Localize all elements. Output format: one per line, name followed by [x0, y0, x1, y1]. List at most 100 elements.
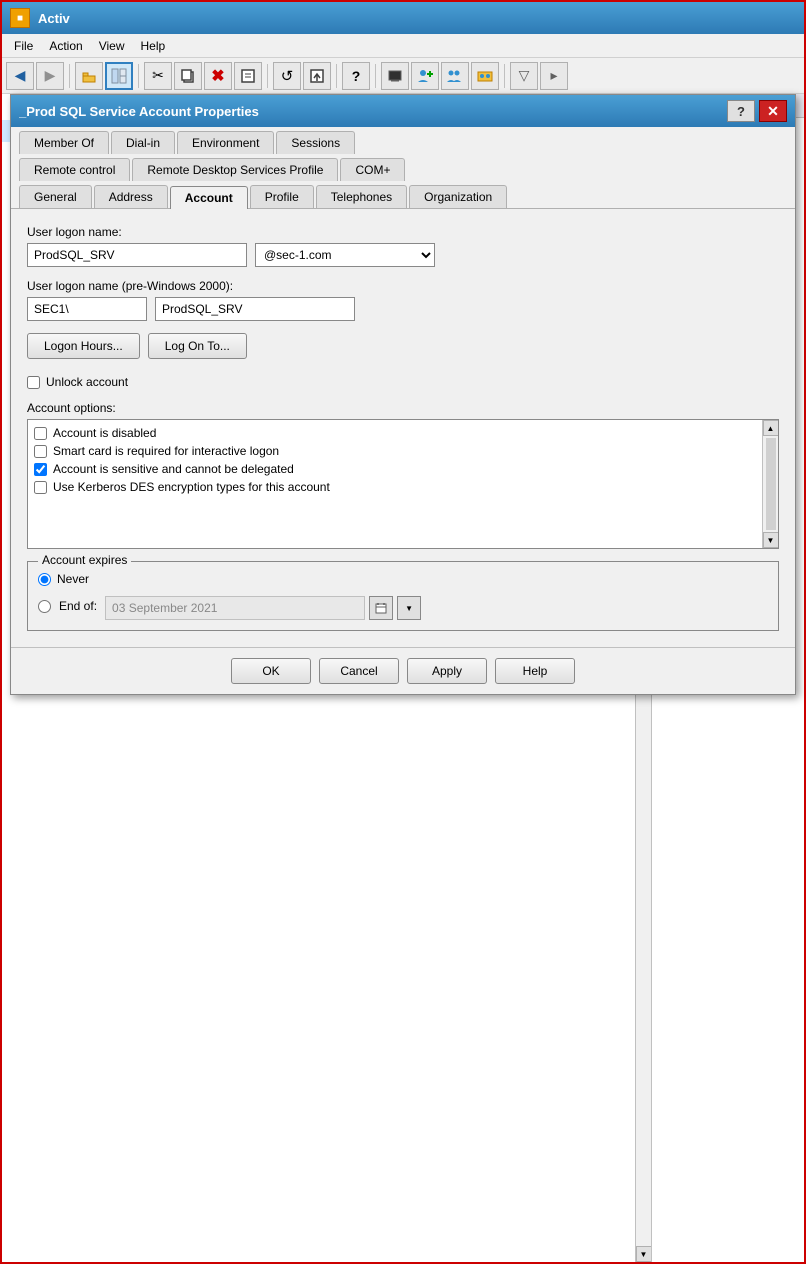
- dialog-body: User logon name: @sec-1.com User logon n…: [11, 209, 795, 647]
- tab-remote-control[interactable]: Remote control: [19, 158, 130, 181]
- main-area: ▶ Technical Team ▼ Service Accounts ▶: [2, 94, 804, 1262]
- tab-environment[interactable]: Environment: [177, 131, 274, 154]
- separator-4: [336, 64, 337, 88]
- tabs-row1-container: Member Of Dial-in Environment Sessions R…: [11, 127, 795, 209]
- dialog-close-button[interactable]: ✕: [759, 100, 787, 122]
- copy-button[interactable]: [174, 62, 202, 90]
- expires-date-input[interactable]: [105, 596, 365, 620]
- app-icon: ■: [10, 8, 30, 28]
- tabs-row1: Member Of Dial-in Environment Sessions: [11, 127, 795, 154]
- option-smartcard-label: Smart card is required for interactive l…: [53, 444, 279, 458]
- logon-to-button[interactable]: Log On To...: [148, 333, 247, 359]
- option-smartcard: Smart card is required for interactive l…: [34, 444, 772, 458]
- up-button[interactable]: [75, 62, 103, 90]
- menu-bar: File Action View Help: [2, 34, 804, 58]
- expires-never-radio[interactable]: [38, 573, 51, 586]
- account-options-label: Account options:: [27, 401, 779, 415]
- separator-5: [375, 64, 376, 88]
- tabs-row2: Remote control Remote Desktop Services P…: [11, 154, 795, 181]
- title-bar: ■ Activ: [2, 2, 804, 34]
- option-disabled-checkbox[interactable]: [34, 427, 47, 440]
- show-hide-button[interactable]: [105, 62, 133, 90]
- account-options-box: Account is disabled Smart card is requir…: [27, 419, 779, 549]
- date-dropdown-button[interactable]: ▼: [397, 596, 421, 620]
- options-scrollbar: ▲ ▼: [762, 420, 778, 548]
- option-kerberos: Use Kerberos DES encryption types for th…: [34, 480, 772, 494]
- expires-endof-radio[interactable]: [38, 600, 51, 613]
- cancel-button[interactable]: Cancel: [319, 658, 399, 684]
- cut-button[interactable]: ✂: [144, 62, 172, 90]
- tab-account[interactable]: Account: [170, 186, 248, 209]
- menu-action[interactable]: Action: [41, 37, 90, 55]
- refresh-button[interactable]: ↺: [273, 62, 301, 90]
- tab-profile[interactable]: Profile: [250, 185, 314, 208]
- help-button[interactable]: Help: [495, 658, 575, 684]
- date-input-container: ▼: [105, 596, 421, 620]
- expires-never-label: Never: [57, 572, 89, 586]
- tab-com-plus[interactable]: COM+: [340, 158, 405, 181]
- properties-dialog: _Prod SQL Service Account Properties ? ✕…: [10, 94, 796, 695]
- delete-button[interactable]: ✖: [204, 62, 232, 90]
- back-button[interactable]: ◀: [6, 62, 34, 90]
- logon-name-label: User logon name:: [27, 225, 779, 239]
- tab-address[interactable]: Address: [94, 185, 168, 208]
- account-expires-box: Account expires Never End of: ▼: [27, 561, 779, 631]
- logon-hours-button[interactable]: Logon Hours...: [27, 333, 140, 359]
- tabs-row3: General Address Account Profile Telephon…: [11, 181, 795, 208]
- console-button[interactable]: [381, 62, 409, 90]
- dialog-help-button[interactable]: ?: [727, 100, 755, 122]
- unlock-checkbox[interactable]: [27, 376, 40, 389]
- option-disabled-label: Account is disabled: [53, 426, 156, 440]
- dialog-footer: OK Cancel Apply Help: [11, 647, 795, 694]
- tab-telephones[interactable]: Telephones: [316, 185, 407, 208]
- tab-organization[interactable]: Organization: [409, 185, 507, 208]
- option-kerberos-label: Use Kerberos DES encryption types for th…: [53, 480, 330, 494]
- option-sensitive-checkbox[interactable]: [34, 463, 47, 476]
- domain-select[interactable]: @sec-1.com: [255, 243, 435, 267]
- option-disabled: Account is disabled: [34, 426, 772, 440]
- account-options-group: Account options: Account is disabled Sma…: [27, 401, 779, 549]
- expires-legend: Account expires: [38, 553, 131, 567]
- forward-button[interactable]: ▶: [36, 62, 64, 90]
- unlock-label: Unlock account: [46, 375, 128, 389]
- tab-dial-in[interactable]: Dial-in: [111, 131, 175, 154]
- properties-button[interactable]: [234, 62, 262, 90]
- logon-buttons-row: Logon Hours... Log On To...: [27, 333, 779, 359]
- expires-endof-label: End of:: [59, 599, 97, 613]
- menu-view[interactable]: View: [91, 37, 133, 55]
- separator-3: [267, 64, 268, 88]
- help-toolbar-button[interactable]: ?: [342, 62, 370, 90]
- tab-member-of[interactable]: Member Of: [19, 131, 109, 154]
- logon-name-input[interactable]: [27, 243, 247, 267]
- pre2000-input-row: [27, 297, 779, 321]
- tab-remote-desktop[interactable]: Remote Desktop Services Profile: [132, 158, 338, 181]
- option-kerberos-checkbox[interactable]: [34, 481, 47, 494]
- logon-name-input-row: @sec-1.com: [27, 243, 779, 267]
- option-sensitive-label: Account is sensitive and cannot be deleg…: [53, 462, 294, 476]
- date-picker-button[interactable]: [369, 596, 393, 620]
- pre2000-domain-input[interactable]: [27, 297, 147, 321]
- expires-never-row: Never: [38, 572, 768, 586]
- options-scroll-up[interactable]: ▲: [763, 420, 779, 436]
- pre2000-group: User logon name (pre-Windows 2000):: [27, 279, 779, 321]
- options-scroll-down[interactable]: ▼: [763, 532, 779, 548]
- menu-help[interactable]: Help: [133, 37, 174, 55]
- title-text: Activ: [38, 11, 70, 26]
- filter-button[interactable]: ▽: [510, 62, 538, 90]
- pre2000-label: User logon name (pre-Windows 2000):: [27, 279, 779, 293]
- ok-button[interactable]: OK: [231, 658, 311, 684]
- more-button[interactable]: ▸: [540, 62, 568, 90]
- new-user-button[interactable]: [411, 62, 439, 90]
- new-group-button[interactable]: [441, 62, 469, 90]
- dialog-title: _Prod SQL Service Account Properties: [19, 104, 723, 119]
- option-smartcard-checkbox[interactable]: [34, 445, 47, 458]
- pre2000-username-input[interactable]: [155, 297, 355, 321]
- menu-file[interactable]: File: [6, 37, 41, 55]
- logon-name-group: User logon name: @sec-1.com: [27, 225, 779, 267]
- export-button[interactable]: [303, 62, 331, 90]
- group-button[interactable]: [471, 62, 499, 90]
- apply-button[interactable]: Apply: [407, 658, 487, 684]
- tab-general[interactable]: General: [19, 185, 92, 208]
- tab-sessions[interactable]: Sessions: [276, 131, 355, 154]
- separator-6: [504, 64, 505, 88]
